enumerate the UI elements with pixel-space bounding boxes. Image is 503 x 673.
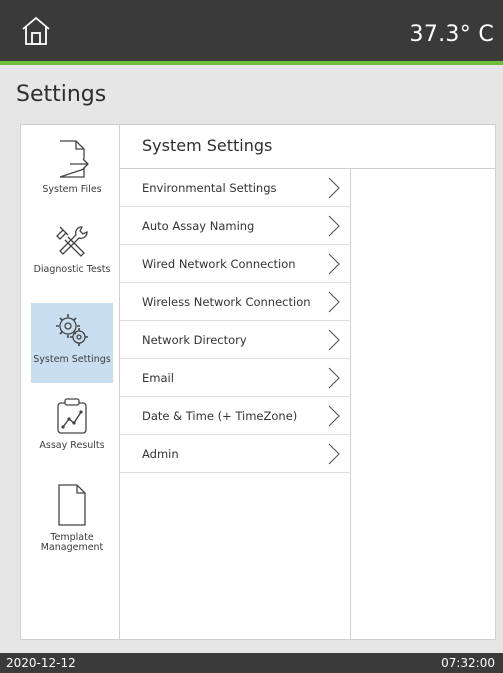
chevron-right-icon: [328, 367, 340, 389]
chevron-right-icon: [328, 177, 340, 199]
sidebar-item-label: System Files: [42, 184, 102, 195]
page-title: Settings: [16, 82, 107, 107]
chevron-right-icon: [328, 291, 340, 313]
temperature-readout: 37.3° C: [409, 22, 494, 47]
section-title: System Settings: [142, 136, 273, 155]
chevron-right-icon: [328, 443, 340, 465]
chart-icon: [57, 398, 87, 434]
chevron-right-icon: [328, 329, 340, 351]
accent-strip: [0, 61, 503, 65]
document-icon: [58, 484, 86, 526]
file-export-icon: [59, 140, 89, 178]
chevron-right-icon: [328, 215, 340, 237]
menu-item-email[interactable]: Email: [120, 359, 351, 397]
menu-item-date-time[interactable]: Date & Time (+ TimeZone): [120, 397, 351, 435]
menu-item-wireless-network-connection[interactable]: Wireless Network Connection: [120, 283, 351, 321]
sidebar-item-assay-results[interactable]: Assay Results: [31, 391, 113, 466]
sidebar-item-label: Diagnostic Tests: [33, 264, 111, 275]
status-date: 2020-12-12: [6, 656, 76, 670]
menu-item-wired-network-connection[interactable]: Wired Network Connection: [120, 245, 351, 283]
top-bar: 37.3° C: [0, 0, 503, 65]
sidebar-item-system-settings[interactable]: System Settings: [31, 303, 113, 383]
settings-panel: System Files Diagnostic Tests System Set…: [20, 124, 496, 640]
menu-item-auto-assay-naming[interactable]: Auto Assay Naming: [120, 207, 351, 245]
menu-item-label: Auto Assay Naming: [142, 219, 255, 233]
content-area: System Settings Environmental Settings A…: [120, 125, 495, 639]
menu-item-admin[interactable]: Admin: [120, 435, 351, 473]
sidebar-item-label: Template Management: [40, 532, 104, 553]
menu-item-label: Environmental Settings: [142, 181, 277, 195]
menu-item-label: Date & Time (+ TimeZone): [142, 409, 298, 423]
gears-icon: [56, 314, 88, 346]
chevron-right-icon: [328, 405, 340, 427]
home-icon[interactable]: [19, 14, 53, 48]
chevron-right-icon: [328, 253, 340, 275]
status-time: 07:32:00: [441, 656, 495, 670]
menu-item-label: Wired Network Connection: [142, 257, 296, 271]
menu-item-label: Network Directory: [142, 333, 247, 347]
tools-icon: [56, 226, 88, 257]
sidebar-item-label: System Settings: [33, 354, 111, 365]
sidebar-item-system-files[interactable]: System Files: [31, 133, 113, 208]
menu-item-label: Email: [142, 371, 174, 385]
sidebar: System Files Diagnostic Tests System Set…: [21, 125, 120, 639]
menu-item-network-directory[interactable]: Network Directory: [120, 321, 351, 359]
menu-item-environmental-settings[interactable]: Environmental Settings: [120, 169, 351, 207]
content-header: System Settings: [120, 125, 495, 169]
menu-item-label: Wireless Network Connection: [142, 295, 311, 309]
sidebar-item-diagnostic-tests[interactable]: Diagnostic Tests: [31, 217, 113, 292]
status-bar: 2020-12-12 07:32:00: [0, 653, 503, 673]
menu-item-label: Admin: [142, 447, 179, 461]
sidebar-item-template-management[interactable]: Template Management: [31, 477, 113, 567]
settings-menu: Environmental Settings Auto Assay Naming…: [120, 169, 351, 639]
sidebar-item-label: Assay Results: [39, 440, 105, 451]
